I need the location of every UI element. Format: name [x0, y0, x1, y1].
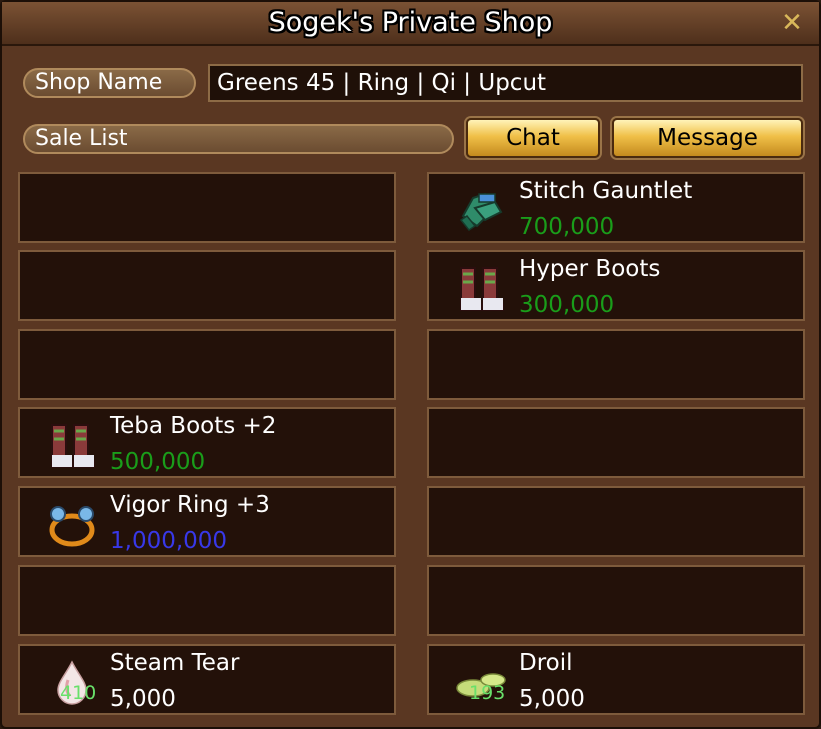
item-price: 700,000 [519, 214, 615, 240]
close-icon[interactable]: ✕ [779, 10, 805, 36]
item-slot[interactable]: Vigor Ring +3 1,000,000 [18, 486, 396, 557]
empty-slot[interactable] [427, 407, 805, 478]
item-name: Hyper Boots [519, 256, 661, 282]
private-shop-window: Sogek's Private Shop ✕ Shop Name Greens … [0, 0, 821, 729]
empty-slot[interactable] [427, 565, 805, 636]
item-quantity: 410 [60, 682, 97, 704]
item-slot[interactable]: Teba Boots +2 500,000 [18, 407, 396, 478]
empty-slot[interactable] [18, 329, 396, 400]
item-price: 5,000 [519, 686, 585, 712]
item-price: 300,000 [519, 292, 615, 318]
item-quantity: 193 [469, 682, 506, 704]
boots-icon [46, 421, 98, 469]
message-button[interactable]: Message [612, 118, 803, 158]
shop-name-field[interactable]: Greens 45 | Ring | Qi | Upcut [208, 64, 803, 102]
item-slot[interactable]: Steam Tear 5,000 410 [18, 644, 396, 715]
gauntlet-icon [455, 186, 507, 234]
chat-button[interactable]: Chat [466, 118, 600, 158]
empty-slot[interactable] [18, 250, 396, 321]
item-price: 1,000,000 [110, 528, 228, 554]
item-name: Droil [519, 650, 573, 676]
empty-slot[interactable] [427, 329, 805, 400]
ring-icon [46, 500, 98, 548]
item-price: 500,000 [110, 449, 206, 475]
item-name: Teba Boots +2 [110, 413, 277, 439]
item-slot[interactable]: Stitch Gauntlet 700,000 [427, 172, 805, 243]
item-price: 5,000 [110, 686, 176, 712]
empty-slot[interactable] [18, 172, 396, 243]
window-title: Sogek's Private Shop [268, 7, 553, 38]
title-bar[interactable]: Sogek's Private Shop ✕ [2, 2, 819, 46]
item-name: Steam Tear [110, 650, 240, 676]
sale-list-label: Sale List [23, 124, 454, 154]
item-slot[interactable]: Droil 5,000 193 [427, 644, 805, 715]
boots-icon [455, 264, 507, 312]
item-name: Stitch Gauntlet [519, 178, 693, 204]
item-slot[interactable]: Hyper Boots 300,000 [427, 250, 805, 321]
shop-name-label: Shop Name [23, 68, 196, 98]
empty-slot[interactable] [427, 486, 805, 557]
item-name: Vigor Ring +3 [110, 492, 270, 518]
empty-slot[interactable] [18, 565, 396, 636]
